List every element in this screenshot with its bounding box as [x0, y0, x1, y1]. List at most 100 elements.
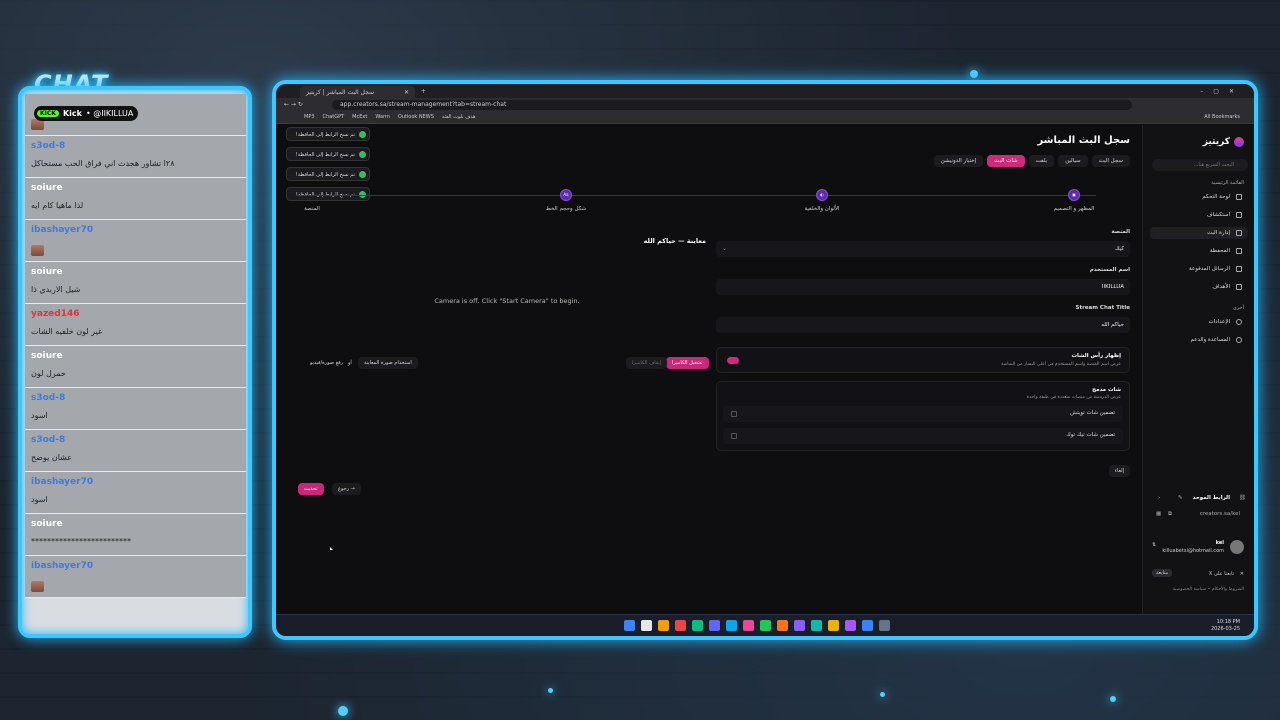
- taskbar-app-icon[interactable]: [675, 620, 686, 631]
- taskbar-app-icon[interactable]: [828, 620, 839, 631]
- stop-camera-button[interactable]: إيقاف الكاميرا: [626, 357, 668, 369]
- taskbar-app-icon[interactable]: [624, 620, 635, 631]
- include-twitch-checkbox[interactable]: [731, 411, 737, 417]
- stream-tabs: سجل البث سيالين بلفت شات البث إختبار الدونيش…: [933, 155, 1130, 167]
- sidebar-item[interactable]: الإعدادات: [1150, 316, 1248, 328]
- system-clock: 10:18 PM 2026-03-25: [1211, 619, 1240, 633]
- taskbar-app-icon[interactable]: [845, 620, 856, 631]
- include-tiktok-row[interactable]: تضمين شات تيك توك: [723, 428, 1123, 444]
- step-marker[interactable]: Aa: [560, 189, 572, 201]
- privacy-link[interactable]: سياسة الخصوصية: [1173, 587, 1206, 592]
- stream-tab[interactable]: إختبار الدونيشن: [933, 155, 984, 167]
- bookmark-item[interactable]: MP3: [304, 114, 315, 120]
- browser-tab-bar: سجل البث المباشر | كريتيز ✕ + –▢✕: [276, 84, 1254, 98]
- window-controls[interactable]: –▢✕: [1200, 88, 1244, 95]
- unified-link-card: الرابط الموحد ⛓ ✎ ‹ creators.sa/kel ⧉ ▦: [1148, 495, 1248, 527]
- search-input[interactable]: البحث السريع هنا...: [1152, 159, 1248, 171]
- sidebar-item[interactable]: المحفظة: [1150, 245, 1248, 257]
- back-button[interactable]: → رجوع: [332, 483, 361, 495]
- taskbar-app-icon[interactable]: [726, 620, 737, 631]
- taskbar-app-icon[interactable]: [811, 620, 822, 631]
- stream-tab[interactable]: سجل البث: [1091, 155, 1130, 167]
- new-tab-icon[interactable]: +: [421, 88, 426, 95]
- taskbar-app-icon[interactable]: [641, 620, 652, 631]
- include-twitch-row[interactable]: تضمين شات تويتش: [723, 406, 1123, 422]
- bookmark-item[interactable]: ChatGPT: [323, 114, 345, 120]
- sidebar-item-icon: [1236, 194, 1242, 200]
- bookmark-item[interactable]: McExt: [352, 114, 367, 120]
- sidebar-item-icon: [1236, 212, 1242, 218]
- taskbar-app-icon[interactable]: [709, 620, 720, 631]
- sidebar-item-label: المساعدة والدعم: [1190, 337, 1230, 343]
- sidebar-item[interactable]: استكشاف: [1150, 209, 1248, 221]
- nav-icons[interactable]: ← → ↻: [284, 101, 303, 108]
- sidebar-item[interactable]: إدارة البث: [1150, 227, 1248, 239]
- taskbar-app-icon[interactable]: [862, 620, 873, 631]
- sidebar-item-label: الرسائل المدفوعة: [1189, 266, 1230, 272]
- show-header-desc: عرض اسم المنصة واسم المستخدم في أعلى الي…: [1001, 362, 1121, 367]
- taskbar-app-icon[interactable]: [760, 620, 771, 631]
- toast-text: تم نسخ الرابط إلى الحافظة!: [295, 152, 355, 158]
- username-input[interactable]: IIKILLUA: [716, 279, 1130, 295]
- chat-text: ٢٨ا تشاور هجدث اني فراق الحب مستحاكل: [31, 159, 175, 168]
- use-preview-image-button[interactable]: استخدام صورة المعاينة: [358, 357, 418, 369]
- browser-tab[interactable]: سجل البث المباشر | كريتيز ✕: [300, 86, 416, 98]
- terms-link[interactable]: الشروط والأحكام: [1212, 587, 1244, 592]
- sidebar-item[interactable]: لوحة التحكم: [1150, 191, 1248, 203]
- stream-tab[interactable]: سيالين: [1058, 155, 1088, 167]
- sidebar-item-icon: [1236, 248, 1242, 254]
- stream-tab[interactable]: بلفت: [1028, 155, 1055, 167]
- step-marker[interactable]: ▣: [1068, 189, 1080, 201]
- chat-text: شيل الاربدي ذا: [31, 285, 81, 294]
- expand-icon[interactable]: ⇅: [1152, 542, 1156, 548]
- taskbar-app-icon[interactable]: [658, 620, 669, 631]
- chat-message-list: s3od-8 ٢٨ا تشاور هجدث اني فراق الحب مستحا…: [25, 94, 246, 614]
- sidebar-item-label: الإعدادات: [1208, 319, 1230, 325]
- taskbar-app-icon[interactable]: [743, 620, 754, 631]
- stream-tab[interactable]: شات البث: [987, 155, 1025, 167]
- sidebar-item[interactable]: المساعدة والدعم: [1150, 334, 1248, 346]
- step-marker[interactable]: ◐: [816, 189, 828, 201]
- update-button[interactable]: تحديث: [298, 483, 324, 495]
- unified-link-title: الرابط الموحد: [1192, 495, 1230, 501]
- sidebar-item[interactable]: الرسائل المدفوعة: [1150, 263, 1248, 275]
- back-label: رجوع: [338, 486, 350, 492]
- show-header-card: إظهار رأس الشات عرض اسم المنصة واسم المس…: [716, 347, 1130, 373]
- mouse-cursor-icon: [330, 547, 333, 550]
- include-twitch-label: تضمين شات تويتش: [1070, 410, 1115, 416]
- chat-message: yazed146 غير لون خلفيه الشات: [25, 304, 246, 346]
- qr-icon[interactable]: ▦: [1156, 511, 1161, 517]
- collapse-icon[interactable]: ‹: [1158, 495, 1160, 501]
- taskbar-app-icon[interactable]: [777, 620, 788, 631]
- platform-select[interactable]: كيك: [716, 241, 1130, 257]
- chat-title-input[interactable]: حياكم الله: [716, 317, 1130, 333]
- copy-icon[interactable]: ⧉: [1168, 511, 1172, 518]
- bookmark-item[interactable]: Warm: [375, 114, 390, 120]
- sidebar-item-label: المحفظة: [1209, 248, 1230, 254]
- url-field[interactable]: app.creators.sa/stream-management?tab=st…: [332, 99, 1132, 110]
- all-bookmarks[interactable]: All Bookmarks: [1204, 114, 1240, 120]
- close-tab-icon[interactable]: ✕: [404, 89, 409, 96]
- unified-link-value[interactable]: creators.sa/kel: [1200, 511, 1240, 517]
- taskbar-app-icon[interactable]: [692, 620, 703, 631]
- preview-title: معاينة — حياكم الله: [643, 237, 706, 245]
- chat-text: *************************: [31, 537, 131, 546]
- glow-dot: [548, 688, 553, 693]
- upload-button[interactable]: رفع صورة/فيديو: [310, 360, 343, 366]
- show-header-toggle[interactable]: [727, 357, 739, 364]
- cancel-button[interactable]: إلغاء: [1108, 465, 1130, 477]
- bookmark-item[interactable]: Outlook NEWS: [398, 114, 434, 120]
- edit-icon[interactable]: ✎: [1178, 495, 1183, 501]
- bookmark-item[interactable]: هدف بلوت الفئة: [442, 114, 476, 120]
- arrow-icon: →: [350, 486, 355, 492]
- toast-notification: تم نسخ الرابط إلى الحافظة!: [286, 167, 370, 181]
- camera-off-message: Camera is off. Click "Start Camera" to b…: [434, 297, 580, 305]
- follow-button[interactable]: متابعة: [1152, 569, 1173, 577]
- sidebar-item-icon: [1236, 266, 1242, 272]
- stepper-line: [296, 195, 1096, 196]
- start-camera-button[interactable]: تشغيل الكاميرا: [666, 357, 709, 369]
- sidebar-item[interactable]: الأهداف: [1150, 281, 1248, 293]
- include-tiktok-checkbox[interactable]: [731, 433, 737, 439]
- taskbar-app-icon[interactable]: [794, 620, 805, 631]
- taskbar-app-icon[interactable]: [879, 620, 890, 631]
